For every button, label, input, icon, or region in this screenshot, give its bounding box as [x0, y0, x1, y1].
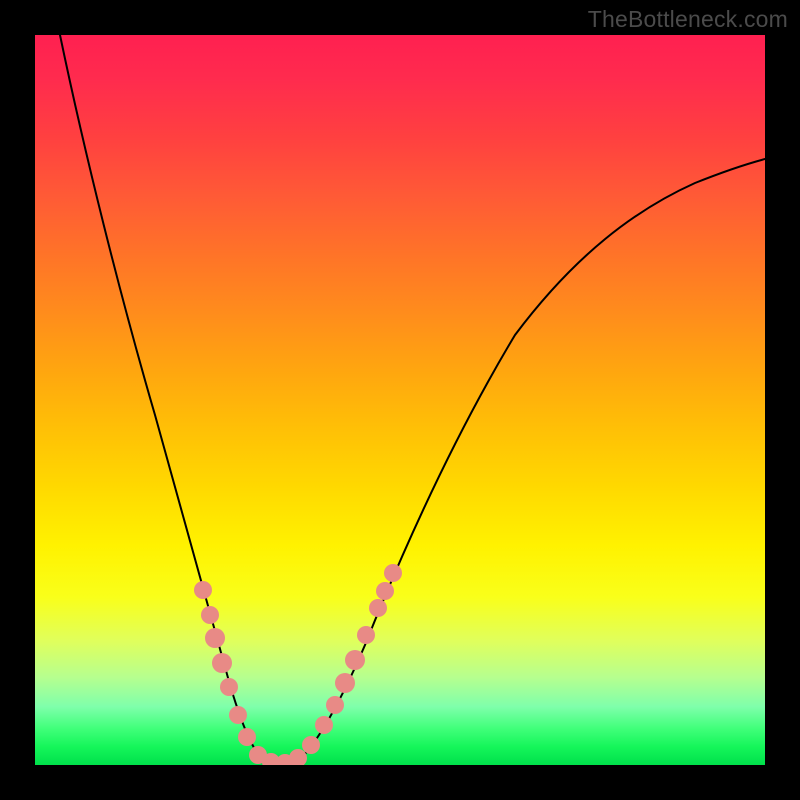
- curve-dot: [220, 678, 238, 696]
- bottleneck-curve-svg: [35, 35, 765, 765]
- curve-dot: [326, 696, 344, 714]
- watermark-text: TheBottleneck.com: [588, 6, 788, 33]
- curve-dot: [194, 581, 212, 599]
- curve-dot: [357, 626, 375, 644]
- curve-dot: [205, 628, 225, 648]
- bottleneck-curve-path: [60, 35, 765, 763]
- curve-dot: [345, 650, 365, 670]
- curve-dot: [201, 606, 219, 624]
- curve-dot: [238, 728, 256, 746]
- curve-dot: [335, 673, 355, 693]
- curve-dot: [212, 653, 232, 673]
- curve-dot: [289, 749, 307, 765]
- curve-dot: [369, 599, 387, 617]
- chart-frame: TheBottleneck.com: [0, 0, 800, 800]
- curve-dot: [376, 582, 394, 600]
- curve-dot: [384, 564, 402, 582]
- curve-dot: [302, 736, 320, 754]
- chart-plot-area: [35, 35, 765, 765]
- curve-dot: [229, 706, 247, 724]
- curve-dot: [315, 716, 333, 734]
